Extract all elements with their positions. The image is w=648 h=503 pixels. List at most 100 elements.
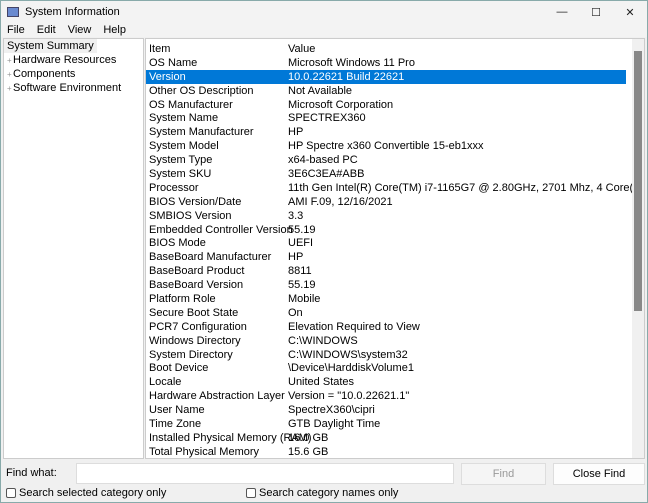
table-row[interactable]: System Manufacturer HP: [146, 125, 644, 139]
value-cell: 16.0 GB: [288, 431, 329, 444]
value-cell: GTB Daylight Time: [288, 418, 381, 431]
table-row[interactable]: Boot Device \Device\HarddiskVolume1: [146, 361, 644, 375]
find-what-input[interactable]: [76, 463, 454, 484]
value-cell: 10.0.22621 Build 22621: [288, 70, 405, 83]
checkbox-label: Search selected category only: [19, 487, 167, 499]
table-row[interactable]: System Type x64-based PC: [146, 153, 644, 167]
table-row[interactable]: Windows Directory C:\WINDOWS: [146, 334, 644, 348]
table-row[interactable]: User Name SpectreX360\cipri: [146, 403, 644, 417]
item-cell: User Name: [149, 404, 205, 417]
search-category-names-checkbox[interactable]: Search category names only: [246, 487, 398, 499]
value-cell: SpectreX360\cipri: [288, 404, 375, 417]
column-header-item[interactable]: Item: [146, 42, 288, 56]
item-cell: PCR7 Configuration: [149, 320, 247, 333]
tree-item-label: Hardware Resources: [13, 54, 117, 66]
close-find-button[interactable]: Close Find: [553, 463, 645, 485]
table-row[interactable]: Embedded Controller Version 55.19: [146, 223, 644, 237]
table-row[interactable]: Secure Boot State On: [146, 306, 644, 320]
title-bar: System Information — ☐ ✕: [1, 1, 647, 23]
value-cell: 15.6 GB: [288, 445, 329, 458]
table-row[interactable]: BIOS Mode UEFI: [146, 236, 644, 250]
details-table: Item Value OS Name Microsoft Windows 11 P…: [145, 38, 645, 459]
table-row[interactable]: BaseBoard Manufacturer HP: [146, 250, 644, 264]
menu-edit[interactable]: Edit: [31, 23, 62, 37]
tree-item[interactable]: +Hardware Resources: [4, 53, 143, 67]
tree-item[interactable]: +Software Environment: [4, 81, 143, 95]
table-row[interactable]: Time Zone GTB Daylight Time: [146, 417, 644, 431]
item-cell: Platform Role: [149, 293, 216, 306]
value-cell: United States: [288, 376, 355, 389]
value-cell: On: [288, 306, 303, 319]
value-cell: Microsoft Windows 11 Pro: [288, 56, 415, 69]
item-cell: Other OS Description: [149, 84, 254, 97]
menu-view[interactable]: View: [62, 23, 98, 37]
value-cell: HP: [288, 251, 304, 264]
table-row[interactable]: Installed Physical Memory (RAM) 16.0 GB: [146, 431, 644, 445]
item-cell: SMBIOS Version: [149, 209, 232, 222]
item-cell: Secure Boot State: [149, 306, 239, 319]
tree-item[interactable]: +Components: [4, 67, 143, 81]
value-cell: 3E6C3EA#ABB: [288, 168, 365, 181]
value-cell: 11th Gen Intel(R) Core(TM) i7-1165G7 @ 2…: [288, 181, 644, 194]
value-cell: UEFI: [288, 237, 314, 250]
item-cell: Boot Device: [149, 362, 209, 375]
value-cell: AMI F.09, 12/16/2021: [288, 195, 393, 208]
window-title: System Information: [25, 6, 120, 18]
item-cell: Time Zone: [149, 418, 202, 431]
table-row[interactable]: Total Physical Memory 15.6 GB: [146, 445, 644, 458]
maximize-button[interactable]: ☐: [579, 1, 613, 23]
menu-help[interactable]: Help: [97, 23, 132, 37]
item-cell: System Model: [149, 140, 219, 153]
table-row[interactable]: BaseBoard Product 8811: [146, 264, 644, 278]
table-row[interactable]: PCR7 Configuration Elevation Required to …: [146, 320, 644, 334]
table-row[interactable]: BaseBoard Version 55.19: [146, 278, 644, 292]
value-cell: C:\WINDOWS: [288, 334, 358, 347]
table-row[interactable]: Hardware Abstraction Layer Version = "10.…: [146, 389, 644, 403]
table-row[interactable]: OS Manufacturer Microsoft Corporation: [146, 98, 644, 112]
table-row[interactable]: System Directory C:\WINDOWS\system32: [146, 348, 644, 362]
item-cell: Version: [149, 70, 186, 83]
find-button[interactable]: Find: [461, 463, 546, 485]
item-cell: Embedded Controller Version: [149, 223, 293, 236]
item-cell: Windows Directory: [149, 334, 241, 347]
item-cell: BIOS Mode: [149, 237, 206, 250]
item-cell: BaseBoard Manufacturer: [149, 251, 272, 264]
tree-item[interactable]: System Summary: [4, 39, 143, 53]
table-row[interactable]: OS Name Microsoft Windows 11 Pro: [146, 56, 644, 70]
value-cell: 8811: [288, 265, 312, 278]
table-row[interactable]: System SKU 3E6C3EA#ABB: [146, 167, 644, 181]
search-selected-category-checkbox[interactable]: Search selected category only: [6, 487, 166, 499]
column-header-value[interactable]: Value: [288, 42, 644, 56]
table-header: Item Value: [146, 42, 644, 56]
value-cell: x64-based PC: [288, 154, 358, 167]
checkbox-box[interactable]: [6, 488, 16, 498]
table-row[interactable]: Platform Role Mobile: [146, 292, 644, 306]
item-cell: Processor: [149, 181, 199, 194]
item-cell: BIOS Version/Date: [149, 195, 242, 208]
table-row[interactable]: System Name SPECTREX360: [146, 111, 644, 125]
vertical-scrollbar[interactable]: [632, 39, 644, 458]
item-cell: Locale: [149, 376, 182, 389]
value-cell: 55.19: [288, 279, 316, 292]
tree-item-label[interactable]: System Summary: [4, 39, 97, 53]
value-cell: HP: [288, 126, 304, 139]
table-row[interactable]: System Model HP Spectre x360 Convertible …: [146, 139, 644, 153]
tree-item-label: Software Environment: [13, 82, 122, 94]
close-button[interactable]: ✕: [613, 1, 647, 23]
table-row[interactable]: BIOS Version/Date AMI F.09, 12/16/2021: [146, 195, 644, 209]
minimize-button[interactable]: —: [545, 1, 579, 23]
scrollbar-thumb[interactable]: [634, 51, 642, 311]
table-row[interactable]: Locale United States: [146, 375, 644, 389]
table-row[interactable]: Processor 11th Gen Intel(R) Core(TM) i7-1…: [146, 181, 644, 195]
find-what-label: Find what:: [6, 467, 57, 479]
value-cell: Not Available: [288, 84, 353, 97]
table-row[interactable]: Version 10.0.22621 Build 22621: [146, 69, 626, 84]
value-cell: Version = "10.0.22621.1": [288, 390, 410, 403]
table-row[interactable]: SMBIOS Version 3.3: [146, 209, 644, 223]
table-row[interactable]: Other OS Description Not Available: [146, 84, 644, 98]
checkbox-box[interactable]: [246, 488, 256, 498]
menu-file[interactable]: File: [1, 23, 31, 37]
item-cell: System SKU: [149, 168, 212, 181]
value-cell: C:\WINDOWS\system32: [288, 348, 408, 361]
app-icon: [7, 7, 19, 17]
